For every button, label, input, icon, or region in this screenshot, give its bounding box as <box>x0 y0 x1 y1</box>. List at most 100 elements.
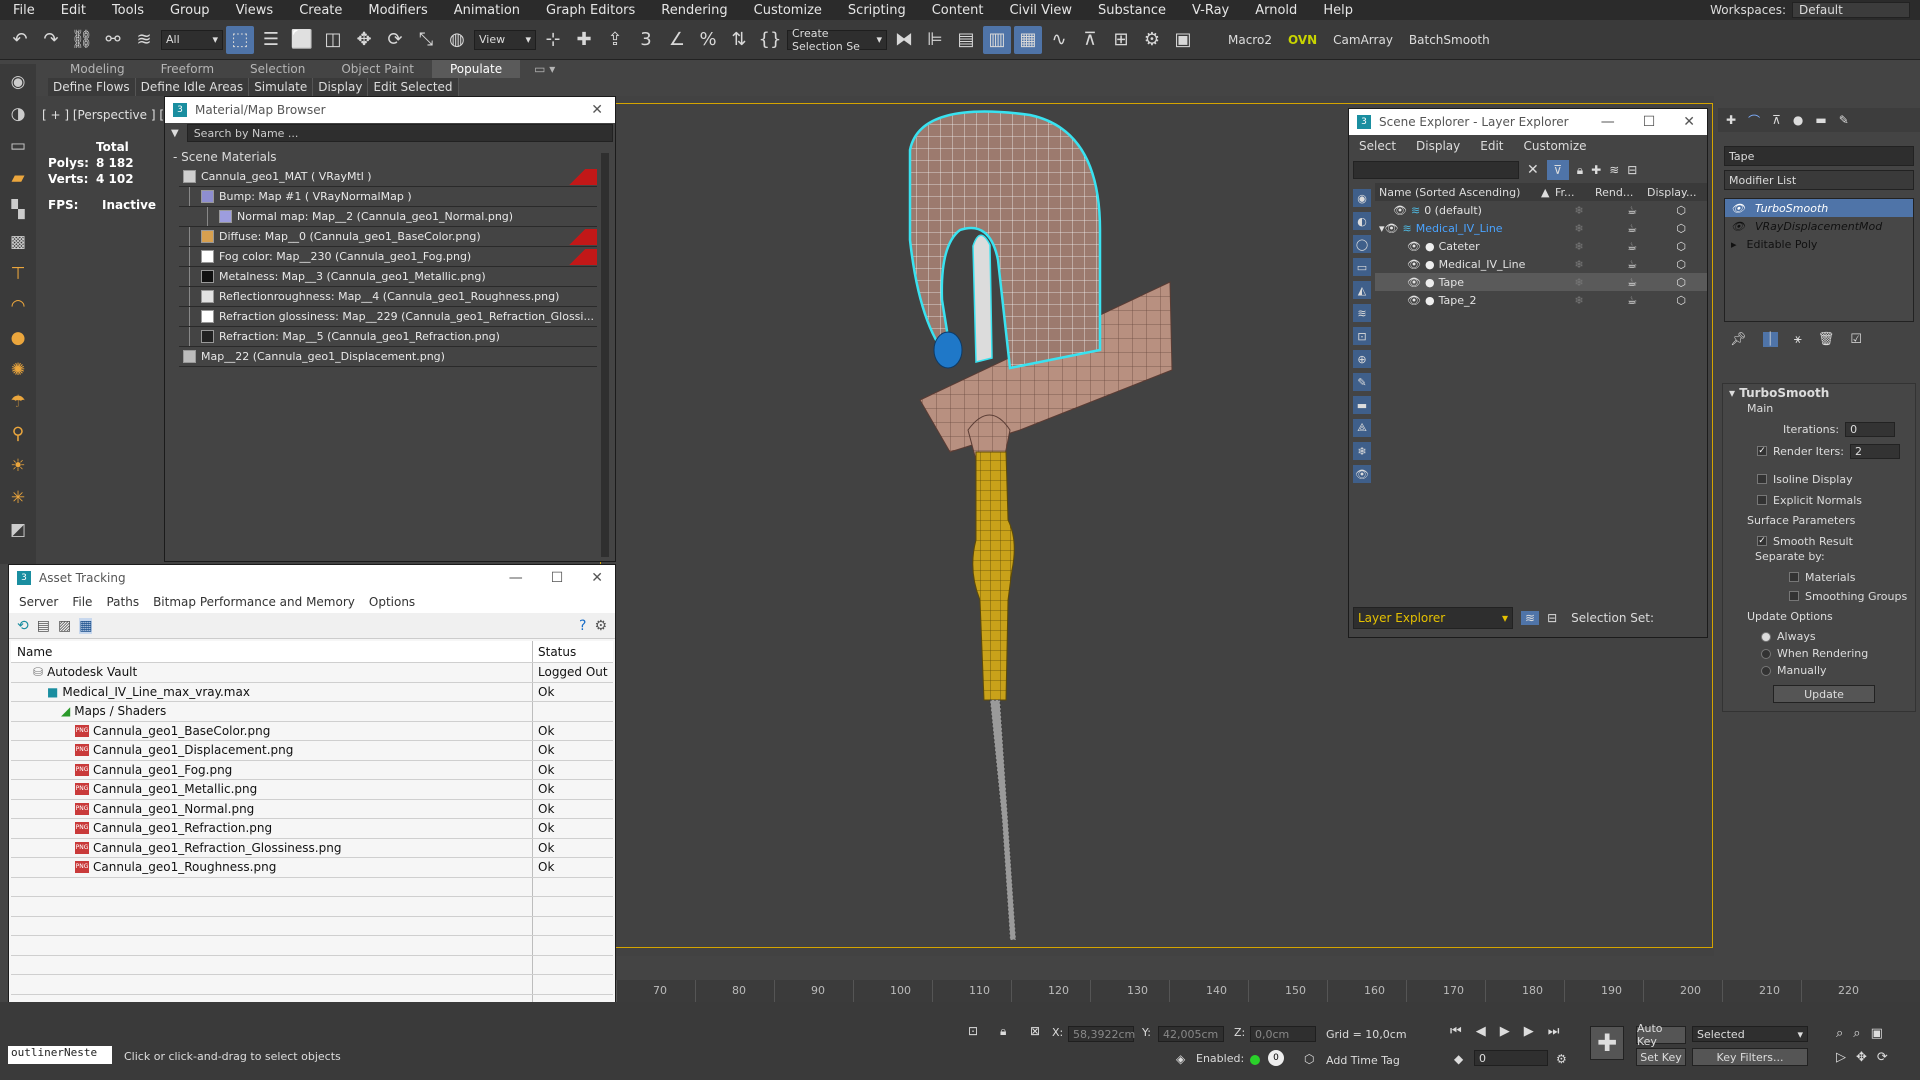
bones-filter-icon[interactable]: ✎ <box>1353 373 1371 391</box>
material-row[interactable]: Metalness: Map__3 (Cannula_geo1_Metallic… <box>179 267 597 287</box>
materials-checkbox[interactable] <box>1789 572 1799 582</box>
renderable-teapot-icon[interactable]: ☕︎ <box>1603 204 1661 217</box>
col-name-header[interactable]: Name (Sorted Ascending) <box>1375 186 1541 199</box>
display-box-icon[interactable]: ⬡ <box>1661 240 1701 253</box>
geosphere-icon[interactable]: ✺ <box>6 358 30 382</box>
timeline-ruler[interactable]: 70 80 90 100 110 120 130 140 150 160 170 180 190 200 2… <box>616 980 1920 1002</box>
hierarchy-icon[interactable]: ⊟ <box>1627 163 1637 177</box>
spinner-snap-icon[interactable]: ⇅ <box>725 26 753 54</box>
prev-frame-icon[interactable]: ◀ <box>1476 1024 1486 1039</box>
bulb-icon[interactable]: ⚲ <box>6 422 30 446</box>
fov-icon[interactable]: ▷ <box>1836 1050 1846 1065</box>
macro-button-camarray[interactable]: CamArray <box>1325 33 1401 47</box>
maxscript-listener[interactable]: outlinerNeste <box>8 1046 112 1064</box>
clear-search-icon[interactable]: ✕ <box>1527 162 1539 178</box>
plane-icon[interactable]: ◩ <box>6 518 30 542</box>
asset-row[interactable]: PNG Cannula_geo1_Roughness.png Ok <box>11 858 613 878</box>
z-coord-field[interactable]: 0,0cm <box>1250 1026 1316 1042</box>
groups-filter-icon[interactable]: ⊡ <box>1353 327 1371 345</box>
dome-icon[interactable]: ◠ <box>6 294 30 318</box>
when-rendering-radio[interactable] <box>1761 648 1771 659</box>
asset-row[interactable]: ⛁ Autodesk Vault Logged Out <box>11 663 613 683</box>
expand-arrow-icon[interactable]: ▸ <box>1731 238 1737 251</box>
asset-row[interactable]: ■ Medical_IV_Line_max_vray.max Ok <box>11 682 613 702</box>
render-icon[interactable]: ▩ <box>6 230 30 254</box>
object-name-field[interactable]: Tape <box>1724 146 1914 166</box>
ribbon-sub-define-idle-areas[interactable]: Define Idle Areas <box>136 78 250 96</box>
add-layer-icon[interactable]: ✚ <box>1591 163 1601 177</box>
show-end-result-icon[interactable]: ⏐ <box>1762 332 1778 347</box>
menu-arnold[interactable]: Arnold <box>1242 3 1310 18</box>
asset-row[interactable]: PNG Cannula_geo1_Fog.png Ok <box>11 760 613 780</box>
smooth-result-checkbox[interactable]: ✓ <box>1757 536 1767 546</box>
helpers-filter-icon[interactable]: ◭ <box>1353 281 1371 299</box>
scene-menu-edit[interactable]: Edit <box>1480 139 1503 153</box>
close-icon[interactable]: ✕ <box>1683 114 1695 130</box>
cannula-model[interactable] <box>880 100 1200 940</box>
asset-row[interactable]: PNG Cannula_geo1_Refraction.png Ok <box>11 819 613 839</box>
rotate-icon[interactable]: ⟳ <box>381 26 409 54</box>
y-coord-field[interactable]: 42,005cm <box>1158 1026 1224 1042</box>
xrefs-filter-icon[interactable]: ⊕ <box>1353 350 1371 368</box>
asset-menu-file[interactable]: File <box>72 595 92 609</box>
freeze-icon[interactable]: ❄ <box>1555 222 1603 235</box>
selection-filter-select[interactable]: All ▾ <box>161 29 223 50</box>
list-view-icon[interactable]: ▤ <box>37 618 50 634</box>
next-frame-icon[interactable]: ▶ <box>1524 1024 1534 1039</box>
lights-filter-icon[interactable]: ◯ <box>1353 235 1371 253</box>
x-coord-field[interactable]: 58,3922cm <box>1068 1026 1135 1042</box>
col-name-header[interactable]: Name <box>11 641 533 662</box>
zoom-all-icon[interactable]: ⌕ <box>1853 1026 1860 1041</box>
asset-menu-paths[interactable]: Paths <box>106 595 139 609</box>
current-frame-field[interactable]: 0 <box>1474 1050 1548 1066</box>
snaps-toggle-icon[interactable]: 3 <box>632 26 660 54</box>
material-row[interactable]: Diffuse: Map__0 (Cannula_geo1_BaseColor.… <box>179 227 597 247</box>
zoom-extents-icon[interactable]: ▣ <box>1871 1026 1883 1041</box>
create-tab-icon[interactable]: ✚ <box>1726 113 1736 127</box>
asset-row[interactable]: PNG Cannula_geo1_Displacement.png Ok <box>11 741 613 761</box>
play-icon[interactable]: ▶ <box>1500 1024 1510 1039</box>
menu-customize[interactable]: Customize <box>741 3 835 18</box>
menu-views[interactable]: Views <box>223 3 287 18</box>
isoline-checkbox[interactable] <box>1757 474 1767 484</box>
edit-named-selection-icon[interactable]: {} <box>756 26 784 54</box>
renderable-teapot-icon[interactable]: ☕︎ <box>1603 258 1661 271</box>
redo-icon[interactable]: ↷ <box>37 26 65 54</box>
modifier-stack-item[interactable]: ▸ Editable Poly <box>1725 235 1913 253</box>
layer-explorer-icon[interactable]: ▥ <box>983 25 1011 54</box>
display-icon[interactable]: ▭ <box>6 134 30 158</box>
material-row[interactable]: Cannula_geo1_MAT ( VRayMtl ) <box>179 167 597 187</box>
asset-row[interactable]: ◢ Maps / Shaders <box>11 702 613 722</box>
make-unique-icon[interactable]: ⚹ <box>1794 332 1802 347</box>
ribbon-sub-display[interactable]: Display <box>313 78 369 96</box>
set-key-button[interactable]: Set Key <box>1636 1048 1686 1066</box>
select-object-icon[interactable]: ⬚ <box>226 25 254 54</box>
modifier-stack-item[interactable]: 👁︎ VRayDisplacementMod <box>1725 217 1913 235</box>
table-view-icon[interactable]: ▦ <box>79 617 93 634</box>
display-box-icon[interactable]: ⬡ <box>1661 276 1701 289</box>
hierarchy-mode-icon[interactable]: ⊟ <box>1547 611 1557 625</box>
rendered-frame-icon[interactable]: ▣ <box>1169 26 1197 54</box>
align-icon[interactable]: ⊫ <box>921 26 949 54</box>
isolate-icon[interactable]: ⊡ <box>968 1024 978 1038</box>
maximize-icon[interactable]: ☐ <box>1643 114 1656 130</box>
scene-menu-customize[interactable]: Customize <box>1524 139 1587 153</box>
close-icon[interactable]: ✕ <box>591 570 603 586</box>
menu-scripting[interactable]: Scripting <box>835 3 919 18</box>
col-render-header[interactable]: Rend... <box>1589 186 1647 199</box>
ribbon-tab-freeform[interactable]: Freeform <box>143 60 232 78</box>
layers-icon[interactable]: ≋ <box>1609 163 1619 177</box>
layer-mode-icon[interactable]: ≋ <box>1521 611 1540 625</box>
sphere-icon[interactable]: ● <box>6 326 30 350</box>
menu-rendering[interactable]: Rendering <box>648 3 740 18</box>
selection-lock-icon[interactable]: 🔒︎ <box>1000 1024 1006 1039</box>
pan-icon[interactable]: ✥ <box>1856 1050 1867 1065</box>
menu-civil-view[interactable]: Civil View <box>996 3 1085 18</box>
pivot-icon[interactable]: ⊹ <box>539 26 567 54</box>
menu-modifiers[interactable]: Modifiers <box>355 3 440 18</box>
select-by-name-icon[interactable]: ☰ <box>257 26 285 54</box>
scene-materials-header[interactable]: - Scene Materials <box>165 147 615 167</box>
link-icon[interactable]: ⛓ <box>68 26 96 54</box>
spacewarps-filter-icon[interactable]: ≋ <box>1353 304 1371 322</box>
menu-edit[interactable]: Edit <box>48 3 99 18</box>
